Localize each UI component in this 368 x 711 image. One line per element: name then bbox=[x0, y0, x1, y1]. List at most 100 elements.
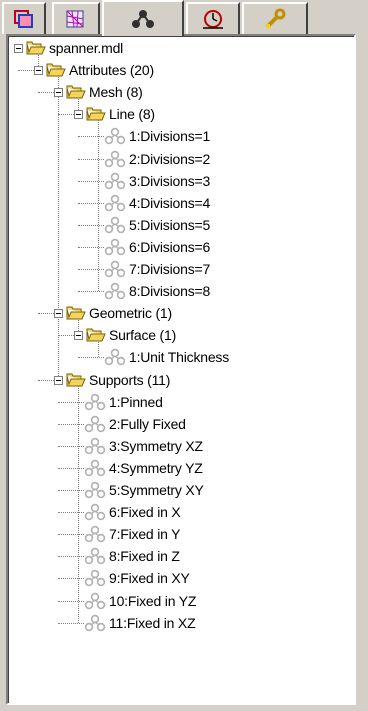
tree-node-label: 9:Fixed in XY bbox=[109, 570, 190, 587]
collapse-toggle[interactable] bbox=[74, 110, 83, 120]
tree-attribute-node[interactable]: 6:Divisions=6 bbox=[104, 236, 210, 258]
attribute-icon bbox=[104, 282, 126, 300]
tree-node-label: 10:Fixed in YZ bbox=[109, 592, 197, 609]
tree-node-label: 4:Divisions=4 bbox=[129, 194, 211, 211]
tree-guide-line bbox=[78, 384, 79, 623]
attributes-panel: spanner.mdl Attributes (20) Mesh (8) Line (… bbox=[0, 0, 368, 711]
tree-attribute-node[interactable]: 6:Fixed in X bbox=[84, 501, 181, 523]
layers-icon bbox=[14, 10, 33, 28]
wrench-icon bbox=[265, 8, 286, 29]
tree-folder-node[interactable]: spanner.mdl bbox=[26, 37, 123, 59]
attribute-icon bbox=[104, 128, 126, 145]
attribute-icon bbox=[104, 172, 126, 189]
tree-guide-line bbox=[78, 224, 104, 226]
tree-attribute-node[interactable]: 2:Divisions=2 bbox=[104, 148, 210, 170]
attributes-icon bbox=[132, 10, 154, 28]
tree-folder-node[interactable]: Supports (11) bbox=[66, 369, 170, 391]
attribute-icon bbox=[104, 260, 126, 278]
tree-attribute-node[interactable]: 7:Divisions=7 bbox=[104, 258, 210, 280]
attribute-icon bbox=[104, 216, 126, 233]
tree-node-label: spanner.mdl bbox=[49, 40, 124, 56]
tree-folder-node[interactable]: Line (8) bbox=[86, 103, 155, 125]
tree-folder-node[interactable]: Attributes (20) bbox=[46, 59, 154, 81]
tree-attribute-node[interactable]: 10:Fixed in YZ bbox=[84, 590, 196, 612]
tree-node-label: 3:Symmetry XZ bbox=[109, 437, 203, 454]
tab-utilities[interactable] bbox=[242, 2, 308, 34]
tree-attribute-node[interactable]: 1:Unit Thickness bbox=[104, 346, 229, 368]
tree-attribute-node[interactable]: 9:Fixed in XY bbox=[84, 567, 190, 589]
tree-node-label: 2:Divisions=2 bbox=[129, 150, 211, 167]
collapse-toggle[interactable] bbox=[74, 331, 83, 341]
tree-node-label: 8:Divisions=8 bbox=[129, 283, 211, 300]
tree-folder-node[interactable]: Surface (1) bbox=[86, 324, 176, 346]
attribute-icon bbox=[84, 570, 106, 587]
tree-node-label: 1:Unit Thickness bbox=[129, 349, 230, 366]
tree-attribute-node[interactable]: 5:Symmetry XY bbox=[84, 479, 204, 501]
tree-guide-line bbox=[58, 622, 84, 624]
tree-attribute-node[interactable]: 2:Fully Fixed bbox=[84, 413, 186, 435]
tree-canvas: spanner.mdl Attributes (20) Mesh (8) Line (… bbox=[8, 36, 354, 703]
tree-node-label: 3:Divisions=3 bbox=[129, 172, 211, 189]
tree-guide-line bbox=[58, 556, 84, 558]
folder-open-icon bbox=[26, 41, 46, 55]
tab-attributes[interactable] bbox=[102, 0, 184, 36]
attribute-icon bbox=[104, 194, 126, 211]
tree-attribute-node[interactable]: 1:Divisions=1 bbox=[104, 125, 210, 147]
tab-layers[interactable] bbox=[2, 2, 46, 34]
tree-folder-node[interactable]: Geometric (1) bbox=[66, 302, 172, 324]
attribute-icon bbox=[104, 150, 126, 167]
tree-guide-line bbox=[58, 401, 84, 403]
tree-node-label: 6:Fixed in X bbox=[109, 504, 181, 521]
tree-node-label: 7:Fixed in Y bbox=[109, 526, 181, 543]
attribute-icon bbox=[84, 614, 106, 631]
tree-node-label: Supports (11) bbox=[89, 371, 171, 388]
folder-open-icon bbox=[46, 63, 66, 77]
tab-strip bbox=[0, 0, 368, 36]
tree-node-label: 2:Fully Fixed bbox=[109, 415, 186, 432]
tree-attribute-node[interactable]: 11:Fixed in XZ bbox=[84, 612, 196, 634]
tree-attribute-node[interactable]: 8:Fixed in Z bbox=[84, 545, 180, 567]
tree-guide-line bbox=[58, 600, 84, 602]
folder-open-icon bbox=[66, 373, 86, 386]
tree-node-label: 1:Divisions=1 bbox=[129, 128, 211, 145]
attribute-tree[interactable]: spanner.mdl Attributes (20) Mesh (8) Line (… bbox=[6, 34, 356, 705]
collapse-toggle[interactable] bbox=[54, 88, 63, 98]
tree-attribute-node[interactable]: 4:Divisions=4 bbox=[104, 192, 210, 214]
attribute-icon bbox=[84, 525, 106, 543]
tree-guide-line bbox=[58, 335, 74, 337]
tree-guide-line bbox=[78, 246, 104, 248]
tree-guide-line bbox=[58, 114, 74, 116]
tree-guide-line bbox=[38, 313, 54, 315]
tree-attribute-node[interactable]: 8:Divisions=8 bbox=[104, 280, 210, 302]
tree-node-label: Mesh (8) bbox=[89, 84, 143, 101]
collapse-toggle[interactable] bbox=[54, 309, 63, 319]
tab-loadcase[interactable] bbox=[186, 2, 240, 34]
tree-attribute-node[interactable]: 3:Symmetry XZ bbox=[84, 435, 203, 457]
attribute-icon bbox=[84, 459, 106, 477]
tree-node-label: 6:Divisions=6 bbox=[129, 238, 211, 255]
folder-open-icon bbox=[86, 328, 106, 342]
collapse-toggle[interactable] bbox=[34, 66, 43, 76]
attribute-icon bbox=[104, 238, 126, 256]
tree-guide-line bbox=[98, 119, 99, 292]
tree-attribute-node[interactable]: 1:Pinned bbox=[84, 391, 163, 413]
attribute-icon bbox=[84, 415, 106, 432]
tree-folder-node[interactable]: Mesh (8) bbox=[66, 81, 143, 103]
tree-attribute-node[interactable]: 7:Fixed in Y bbox=[84, 523, 180, 545]
tree-attribute-node[interactable]: 4:Symmetry YZ bbox=[84, 457, 203, 479]
tree-attribute-node[interactable]: 3:Divisions=3 bbox=[104, 170, 210, 192]
collapse-toggle[interactable] bbox=[54, 375, 63, 385]
tree-guide-line bbox=[78, 158, 104, 160]
attribute-icon bbox=[104, 349, 126, 366]
tree-guide-line bbox=[58, 490, 84, 492]
tab-mesh[interactable] bbox=[52, 2, 100, 34]
tree-guide-line bbox=[58, 445, 84, 447]
tree-guide-line bbox=[58, 578, 84, 580]
tree-attribute-node[interactable]: 5:Divisions=5 bbox=[104, 214, 210, 236]
tree-node-label: 5:Divisions=5 bbox=[129, 216, 211, 233]
tree-node-label: 4:Symmetry YZ bbox=[109, 459, 203, 476]
folder-open-icon bbox=[66, 85, 86, 99]
attribute-icon bbox=[84, 548, 106, 565]
attribute-icon bbox=[84, 437, 106, 454]
collapse-toggle[interactable] bbox=[14, 44, 23, 54]
